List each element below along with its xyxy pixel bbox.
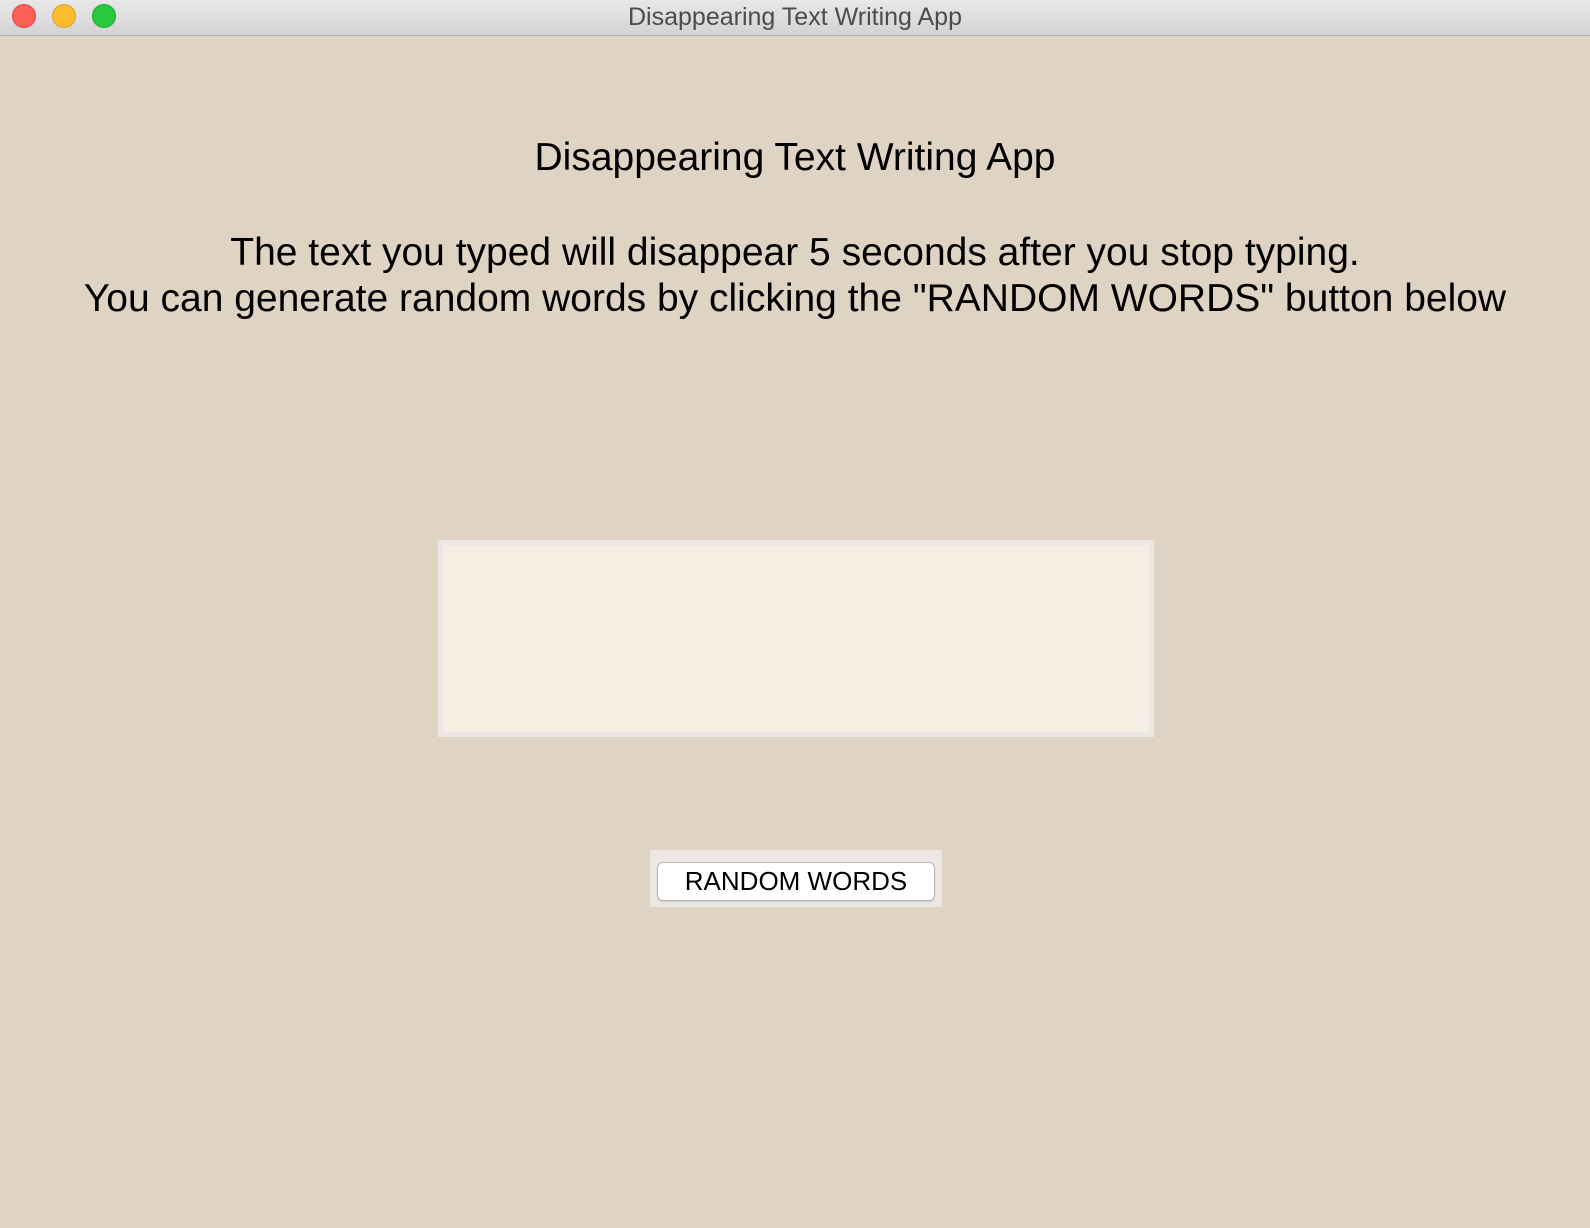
app-window: Disappearing Text Writing App Disappeari…	[0, 0, 1590, 1228]
instructions: The text you typed will disappear 5 seco…	[0, 230, 1590, 322]
app-heading: Disappearing Text Writing App	[534, 136, 1056, 179]
instruction-line-1: The text you typed will disappear 5 seco…	[230, 231, 1360, 274]
random-words-button[interactable]: RANDOM WORDS	[657, 862, 935, 901]
window-title: Disappearing Text Writing App	[628, 3, 962, 31]
title-bar: Disappearing Text Writing App	[0, 0, 1590, 36]
instruction-line-2: You can generate random words by clickin…	[83, 277, 1507, 320]
writing-text-area[interactable]	[438, 540, 1154, 737]
random-words-button-frame: RANDOM WORDS	[650, 850, 942, 907]
